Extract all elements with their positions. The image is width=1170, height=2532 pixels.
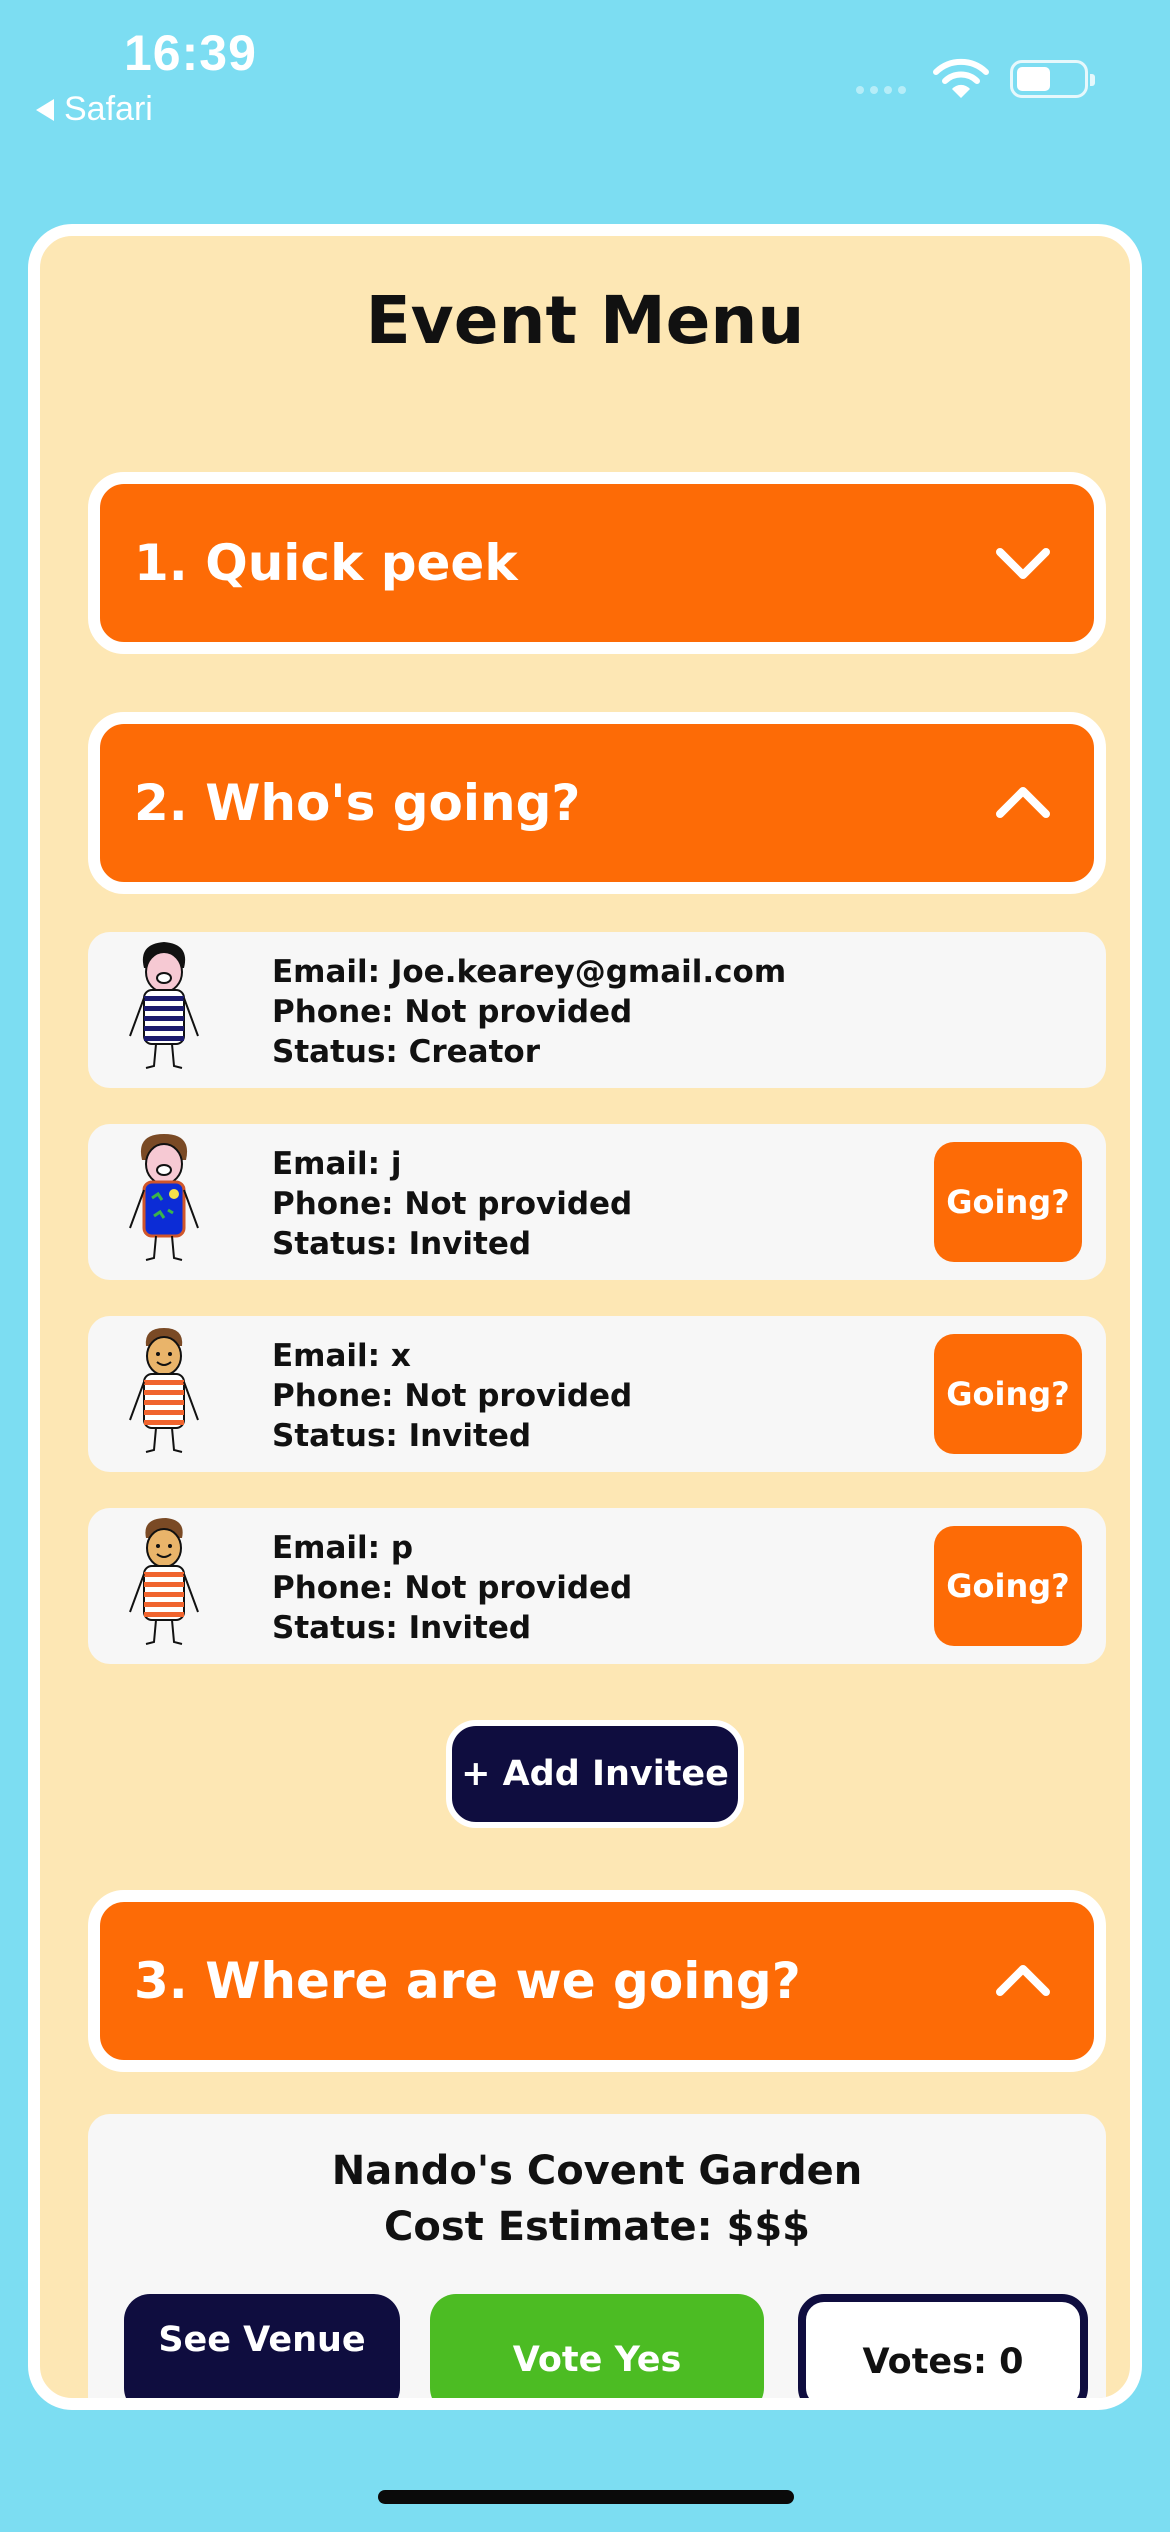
chevron-up-icon	[996, 787, 1050, 818]
avatar	[129, 1518, 199, 1645]
section-title: 1. Quick peek	[134, 534, 518, 592]
avatar	[129, 942, 199, 1069]
section-quick-peek[interactable]: 1. Quick peek	[88, 472, 1106, 654]
section-title: 2. Who's going?	[134, 774, 581, 832]
invitee-phone: Phone: Not provided	[272, 1378, 633, 1414]
avatar	[129, 1134, 199, 1261]
invitee-status: Status: Invited	[272, 1610, 532, 1646]
venue-card: Nando's Covent Garden Cost Estimate: $$$…	[88, 2114, 1106, 2398]
going-button[interactable]: Going?	[934, 1334, 1082, 1454]
invitee-row: Email: p Phone: Not provided Status: Inv…	[88, 1508, 1106, 1664]
invitee-phone: Phone: Not provided	[272, 1186, 633, 1222]
invitee-email: Email: p	[272, 1530, 414, 1566]
invitee-row: Email: j Phone: Not provided Status: Inv…	[88, 1124, 1106, 1280]
invitee-phone: Phone: Not provided	[272, 1570, 633, 1606]
page-title: Event Menu	[365, 282, 805, 359]
venue-cost-estimate: Cost Estimate: $$$	[384, 2204, 810, 2250]
section-title: 3. Where are we going?	[134, 1952, 801, 2010]
status-time: 16:39	[124, 25, 257, 81]
invitee-email: Email: j	[272, 1146, 402, 1182]
battery-icon	[1010, 60, 1095, 98]
back-arrow-icon	[36, 98, 54, 121]
section-whos-going[interactable]: 2. Who's going?	[88, 712, 1106, 894]
home-indicator[interactable]	[378, 2490, 794, 2504]
add-invitee-button[interactable]: + Add Invitee	[446, 1720, 744, 1828]
votes-count: Votes: 0	[798, 2294, 1088, 2398]
invitee-status: Status: Invited	[272, 1226, 532, 1262]
event-menu-card: Event Menu 1. Quick peek 2. Who's going?	[28, 224, 1142, 2410]
avatar	[129, 1328, 199, 1453]
venue-name: Nando's Covent Garden	[331, 2148, 863, 2194]
back-label: Safari	[64, 90, 153, 128]
invitee-email: Email: Joe.kearey@gmail.com	[272, 954, 787, 990]
invitee-status: Status: Invited	[272, 1418, 532, 1454]
invitee-phone: Phone: Not provided	[272, 994, 633, 1030]
invitee-email: Email: x	[272, 1338, 411, 1374]
invitee-row: Email: x Phone: Not provided Status: Inv…	[88, 1316, 1106, 1472]
wifi-icon	[933, 58, 989, 98]
going-button[interactable]: Going?	[934, 1526, 1082, 1646]
cellular-signal-icon	[856, 86, 906, 94]
see-venue-button[interactable]: See Venue	[124, 2294, 400, 2398]
back-to-safari[interactable]: Safari	[36, 90, 153, 129]
vote-yes-button[interactable]: Vote Yes	[430, 2294, 764, 2398]
section-where-going[interactable]: 3. Where are we going?	[88, 1890, 1106, 2072]
invitee-row: Email: Joe.kearey@gmail.com Phone: Not p…	[88, 932, 1106, 1088]
going-button[interactable]: Going?	[934, 1142, 1082, 1262]
invitee-status: Status: Creator	[272, 1034, 540, 1070]
chevron-down-icon	[996, 548, 1050, 579]
chevron-up-icon	[996, 1965, 1050, 1996]
